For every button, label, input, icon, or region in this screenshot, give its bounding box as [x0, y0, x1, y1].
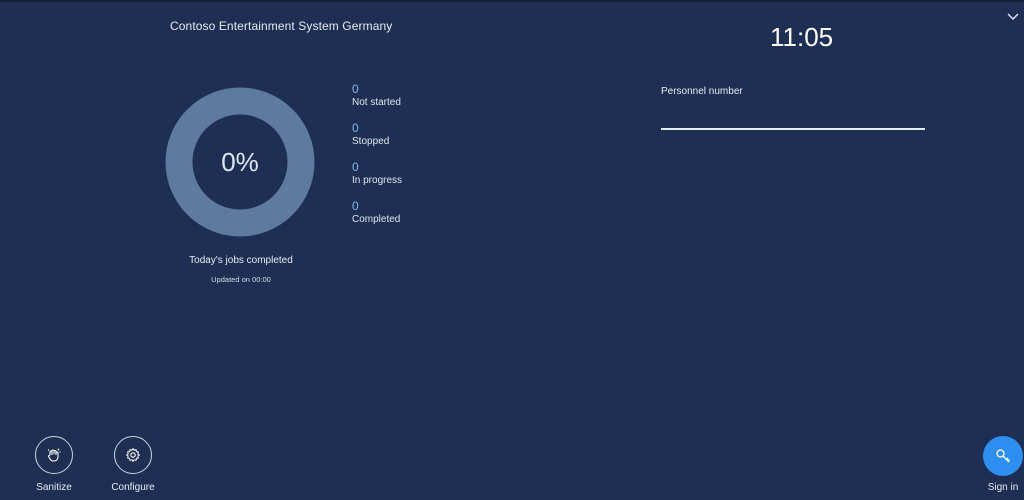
- sanitize-hand-icon: [35, 436, 73, 474]
- configure-label: Configure: [111, 482, 155, 493]
- personnel-number-label: Personnel number: [661, 86, 743, 97]
- stat-count: 0: [352, 199, 359, 213]
- stat-in-progress: 0 In progress: [352, 160, 402, 199]
- job-stats: 0 Not started 0 Stopped 0 In progress 0 …: [352, 82, 402, 238]
- sanitize-label: Sanitize: [36, 482, 72, 493]
- stat-count: 0: [352, 160, 359, 174]
- stat-label: Completed: [352, 214, 401, 225]
- personnel-number-input[interactable]: [661, 108, 925, 130]
- sign-in-label: Sign in: [987, 482, 1019, 493]
- stat-not-started: 0 Not started: [352, 82, 402, 121]
- stat-completed: 0 Completed: [352, 199, 402, 238]
- stat-label: In progress: [352, 175, 403, 186]
- progress-caption: Today's jobs completed: [189, 255, 293, 266]
- stat-label: Not started: [352, 97, 401, 108]
- clock: 11:05: [770, 22, 834, 52]
- gear-icon: [114, 436, 152, 474]
- stat-label: Stopped: [352, 136, 390, 147]
- sanitize-button[interactable]: Sanitize: [24, 436, 84, 493]
- configure-button[interactable]: Configure: [103, 436, 163, 493]
- stat-stopped: 0 Stopped: [352, 121, 402, 160]
- progress-percent: 0%: [221, 146, 259, 177]
- chevron-down-icon[interactable]: [1006, 10, 1020, 24]
- company-name: Contoso Entertainment System Germany: [170, 19, 393, 33]
- stat-count: 0: [352, 121, 359, 135]
- key-icon: [983, 436, 1023, 476]
- sign-in-button[interactable]: Sign in: [978, 436, 1024, 493]
- app-window: Contoso Entertainment System Germany 11:…: [0, 0, 1024, 500]
- stat-count: 0: [352, 82, 359, 96]
- updated-timestamp: Updated on 00:00: [211, 275, 271, 284]
